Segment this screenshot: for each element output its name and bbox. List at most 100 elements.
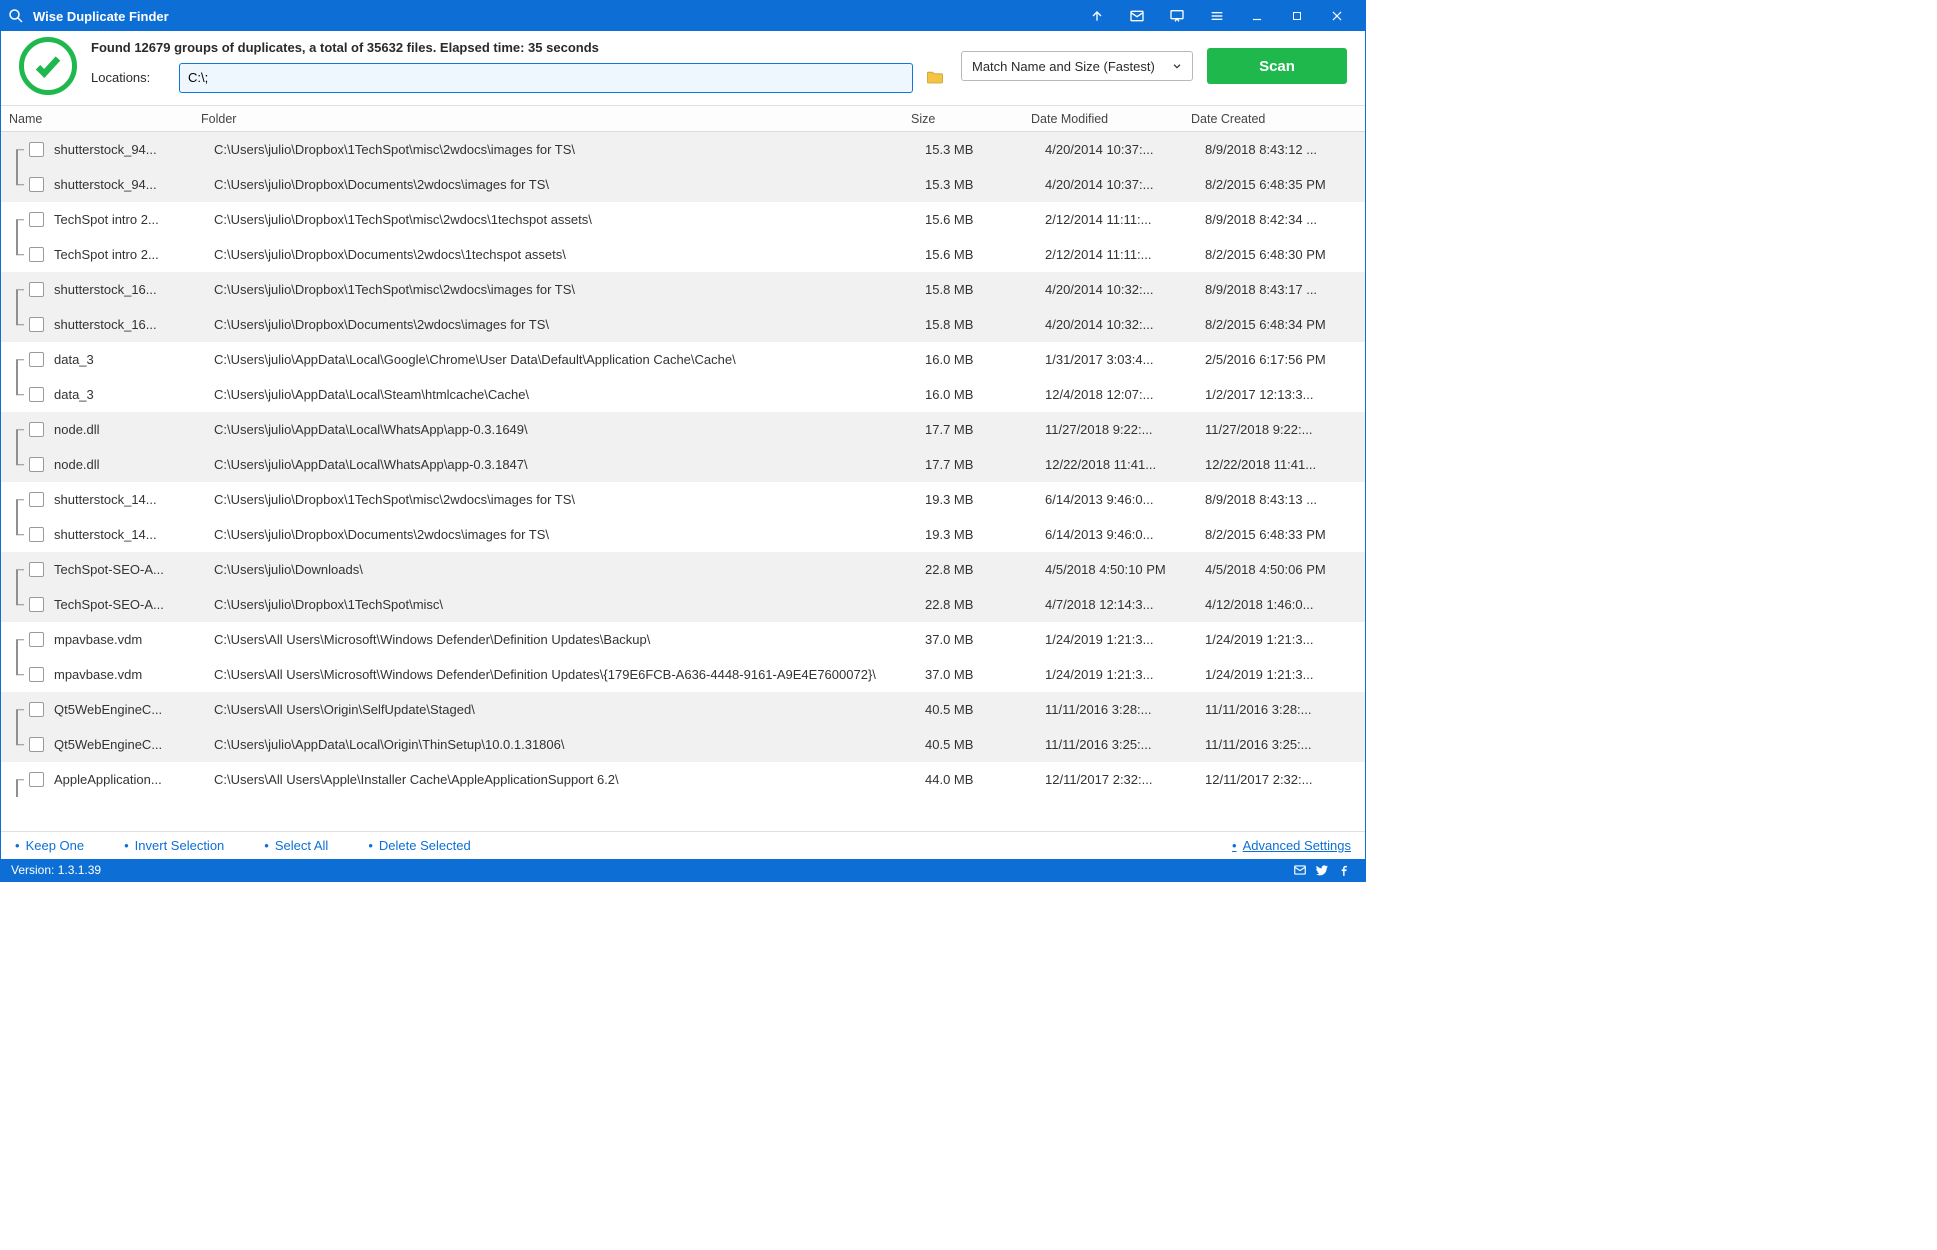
- table-row[interactable]: data_3C:\Users\julio\AppData\Local\Steam…: [1, 377, 1365, 412]
- row-checkbox[interactable]: [29, 527, 44, 542]
- cell-size: 17.7 MB: [925, 457, 1045, 472]
- results-list[interactable]: shutterstock_94...C:\Users\julio\Dropbox…: [1, 132, 1365, 831]
- group-bracket: [7, 307, 25, 342]
- minimize-button[interactable]: [1237, 1, 1277, 31]
- twitter-icon[interactable]: [1311, 863, 1333, 877]
- cell-folder: C:\Users\julio\Downloads\: [200, 562, 925, 577]
- browse-folder-button[interactable]: [923, 66, 947, 90]
- cell-folder: C:\Users\julio\Dropbox\Documents\2wdocs\…: [200, 247, 925, 262]
- advanced-settings-link[interactable]: Advanced Settings: [1232, 838, 1351, 853]
- column-created[interactable]: Date Created: [1191, 112, 1351, 126]
- row-checkbox[interactable]: [29, 562, 44, 577]
- feedback-icon[interactable]: [1157, 1, 1197, 31]
- scan-button[interactable]: Scan: [1207, 48, 1347, 84]
- table-row[interactable]: data_3C:\Users\julio\AppData\Local\Googl…: [1, 342, 1365, 377]
- cell-modified: 1/24/2019 1:21:3...: [1045, 667, 1205, 682]
- column-modified[interactable]: Date Modified: [1031, 112, 1191, 126]
- table-row[interactable]: Qt5WebEngineC...C:\Users\All Users\Origi…: [1, 692, 1365, 727]
- table-row[interactable]: TechSpot intro 2...C:\Users\julio\Dropbo…: [1, 202, 1365, 237]
- row-checkbox[interactable]: [29, 597, 44, 612]
- row-checkbox[interactable]: [29, 422, 44, 437]
- cell-size: 17.7 MB: [925, 422, 1045, 437]
- select-all-link[interactable]: Select All: [264, 838, 328, 853]
- table-row[interactable]: TechSpot intro 2...C:\Users\julio\Dropbo…: [1, 237, 1365, 272]
- table-row[interactable]: shutterstock_16...C:\Users\julio\Dropbox…: [1, 307, 1365, 342]
- upgrade-icon[interactable]: [1077, 1, 1117, 31]
- result-group: data_3C:\Users\julio\AppData\Local\Googl…: [1, 342, 1365, 412]
- cell-folder: C:\Users\julio\Dropbox\1TechSpot\misc\2w…: [200, 142, 925, 157]
- table-row[interactable]: shutterstock_16...C:\Users\julio\Dropbox…: [1, 272, 1365, 307]
- app-title: Wise Duplicate Finder: [33, 9, 169, 24]
- row-checkbox[interactable]: [29, 247, 44, 262]
- column-folder[interactable]: Folder: [187, 112, 911, 126]
- table-row[interactable]: mpavbase.vdmC:\Users\All Users\Microsoft…: [1, 622, 1365, 657]
- close-button[interactable]: [1317, 1, 1357, 31]
- row-checkbox[interactable]: [29, 702, 44, 717]
- cell-size: 15.6 MB: [925, 247, 1045, 262]
- cell-name: Qt5WebEngineC...: [54, 737, 200, 752]
- cell-folder: C:\Users\julio\Dropbox\Documents\2wdocs\…: [200, 527, 925, 542]
- locations-input[interactable]: [179, 63, 913, 93]
- row-checkbox[interactable]: [29, 317, 44, 332]
- status-bar: Version: 1.3.1.39: [1, 859, 1365, 881]
- keep-one-link[interactable]: Keep One: [15, 838, 84, 853]
- match-mode-select[interactable]: Match Name and Size (Fastest): [961, 51, 1193, 81]
- top-panel: Found 12679 groups of duplicates, a tota…: [1, 31, 1365, 106]
- cell-modified: 11/11/2016 3:25:...: [1045, 737, 1205, 752]
- row-checkbox[interactable]: [29, 352, 44, 367]
- cell-modified: 4/20/2014 10:37:...: [1045, 177, 1205, 192]
- maximize-button[interactable]: [1277, 1, 1317, 31]
- table-row[interactable]: AppleApplication...C:\Users\All Users\Ap…: [1, 762, 1365, 797]
- table-row[interactable]: mpavbase.vdmC:\Users\All Users\Microsoft…: [1, 657, 1365, 692]
- row-checkbox[interactable]: [29, 212, 44, 227]
- table-row[interactable]: node.dllC:\Users\julio\AppData\Local\Wha…: [1, 447, 1365, 482]
- cell-modified: 12/4/2018 12:07:...: [1045, 387, 1205, 402]
- group-bracket: [7, 167, 25, 202]
- row-checkbox[interactable]: [29, 737, 44, 752]
- cell-created: 1/2/2017 12:13:3...: [1205, 387, 1365, 402]
- result-group: Qt5WebEngineC... C:\Users\All Users\Origi…: [1, 692, 1365, 762]
- mail-icon[interactable]: [1117, 1, 1157, 31]
- cell-folder: C:\Users\All Users\Microsoft\Windows Def…: [200, 667, 925, 682]
- delete-selected-link[interactable]: Delete Selected: [368, 838, 470, 853]
- cell-folder: C:\Users\All Users\Origin\SelfUpdate\Sta…: [200, 702, 925, 717]
- row-checkbox[interactable]: [29, 492, 44, 507]
- cell-created: 8/9/2018 8:43:13 ...: [1205, 492, 1365, 507]
- group-bracket: [7, 727, 25, 762]
- result-group: shutterstock_14...C:\Users\julio\Dropbox…: [1, 482, 1365, 552]
- menu-icon[interactable]: [1197, 1, 1237, 31]
- status-mail-icon[interactable]: [1289, 863, 1311, 877]
- locations-label: Locations:: [91, 70, 169, 85]
- row-checkbox[interactable]: [29, 772, 44, 787]
- row-checkbox[interactable]: [29, 667, 44, 682]
- cell-size: 16.0 MB: [925, 352, 1045, 367]
- group-bracket: [7, 377, 25, 412]
- row-checkbox[interactable]: [29, 142, 44, 157]
- column-size[interactable]: Size: [911, 112, 1031, 126]
- table-row[interactable]: TechSpot-SEO-A...C:\Users\julio\Download…: [1, 552, 1365, 587]
- row-checkbox[interactable]: [29, 632, 44, 647]
- cell-folder: C:\Users\julio\AppData\Local\Origin\Thin…: [200, 737, 925, 752]
- table-row[interactable]: node.dllC:\Users\julio\AppData\Local\Wha…: [1, 412, 1365, 447]
- cell-size: 16.0 MB: [925, 387, 1045, 402]
- cell-modified: 4/20/2014 10:32:...: [1045, 282, 1205, 297]
- invert-selection-link[interactable]: Invert Selection: [124, 838, 224, 853]
- cell-folder: C:\Users\julio\Dropbox\1TechSpot\misc\2w…: [200, 282, 925, 297]
- table-row[interactable]: shutterstock_94...C:\Users\julio\Dropbox…: [1, 167, 1365, 202]
- row-checkbox[interactable]: [29, 282, 44, 297]
- facebook-icon[interactable]: [1333, 863, 1355, 877]
- cell-created: 12/22/2018 11:41...: [1205, 457, 1365, 472]
- table-row[interactable]: Qt5WebEngineC...C:\Users\julio\AppData\L…: [1, 727, 1365, 762]
- cell-size: 15.3 MB: [925, 142, 1045, 157]
- table-row[interactable]: TechSpot-SEO-A...C:\Users\julio\Dropbox\…: [1, 587, 1365, 622]
- table-row[interactable]: shutterstock_14...C:\Users\julio\Dropbox…: [1, 517, 1365, 552]
- cell-size: 19.3 MB: [925, 527, 1045, 542]
- result-group: node.dllC:\Users\julio\AppData\Local\Wha…: [1, 412, 1365, 482]
- row-checkbox[interactable]: [29, 387, 44, 402]
- table-row[interactable]: shutterstock_94...C:\Users\julio\Dropbox…: [1, 132, 1365, 167]
- cell-modified: 4/20/2014 10:37:...: [1045, 142, 1205, 157]
- row-checkbox[interactable]: [29, 457, 44, 472]
- table-row[interactable]: shutterstock_14...C:\Users\julio\Dropbox…: [1, 482, 1365, 517]
- row-checkbox[interactable]: [29, 177, 44, 192]
- column-name[interactable]: Name: [7, 112, 187, 126]
